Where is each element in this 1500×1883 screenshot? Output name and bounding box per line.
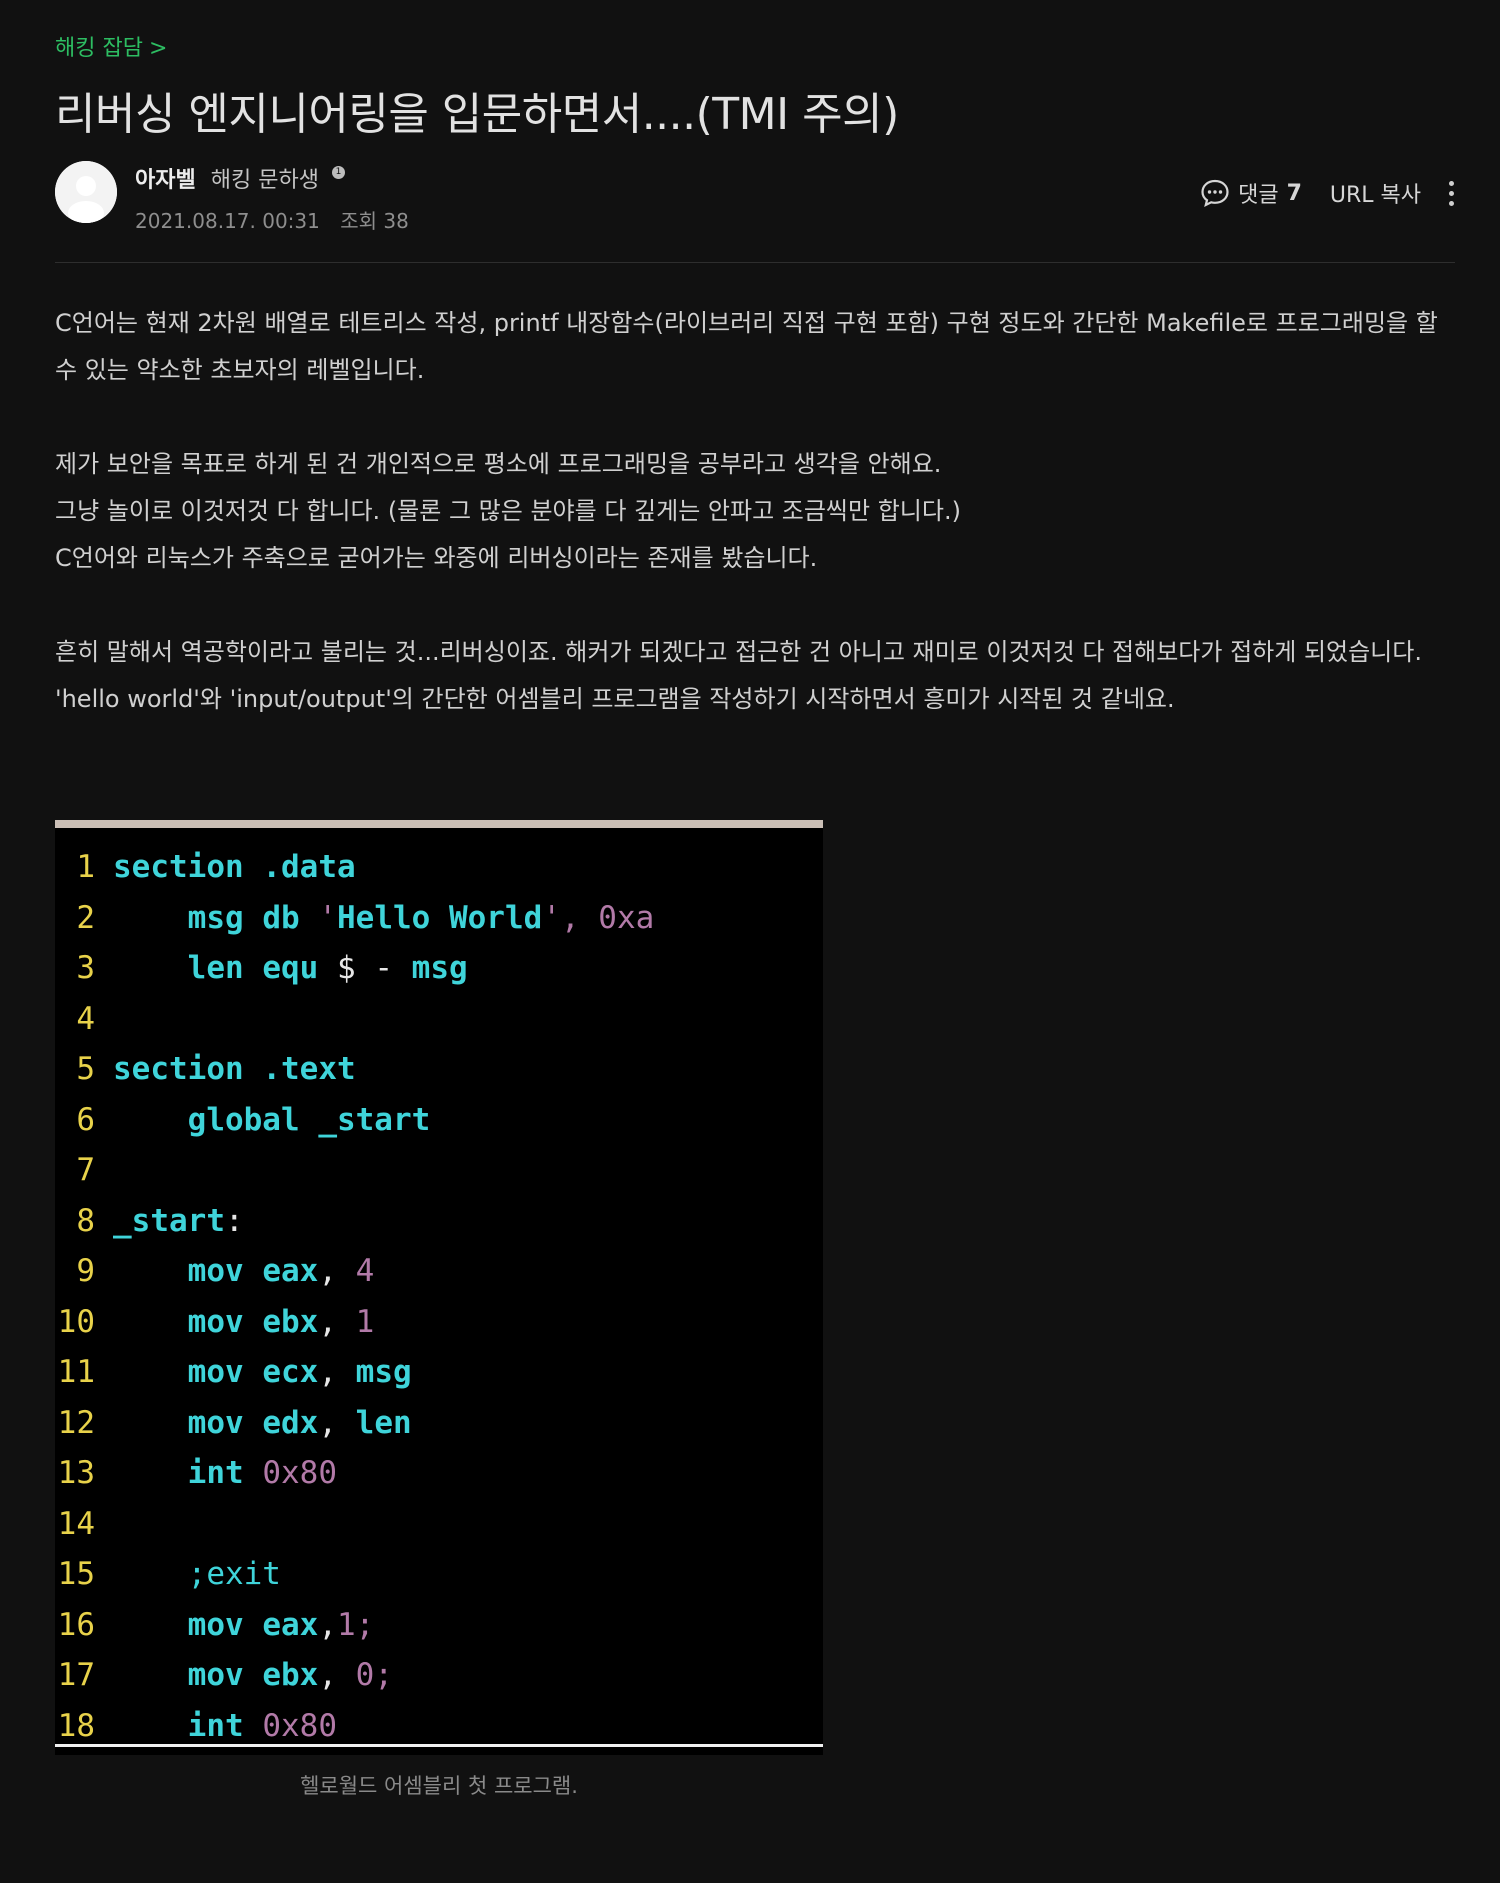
line-number: 9 <box>76 1253 95 1289</box>
code-line: 11 mov ecx, msg <box>55 1347 823 1397</box>
line-number: 15 <box>57 1556 95 1592</box>
code-text: mov ecx, msg <box>187 1354 412 1390</box>
code-line: 6 global _start <box>55 1095 823 1145</box>
view-count: 조회 38 <box>340 209 409 233</box>
header-divider <box>55 262 1455 263</box>
line-number: 10 <box>57 1303 95 1340</box>
line-number: 2 <box>76 899 95 936</box>
code-line: 17 mov ebx, 0; <box>55 1650 823 1700</box>
speech-bubble-icon <box>1201 179 1229 208</box>
code-line: 4 <box>55 994 823 1044</box>
chevron-right-icon: > <box>148 36 168 61</box>
code-text: mov eax,1; <box>187 1606 375 1643</box>
line-number: 4 <box>76 1000 95 1037</box>
post-actions: 댓글 7 URL 복사 <box>1200 177 1455 209</box>
comment-button[interactable]: 댓글 7 <box>1200 177 1302 209</box>
code-line: 3 len equ $ - msg <box>55 943 823 993</box>
line-number: 14 <box>57 1505 95 1542</box>
paragraph: 흔히 말해서 역공학이라고 불리는 것...리버싱이죠. 해커가 되겠다고 접근… <box>55 638 1422 666</box>
code-text: global _start <box>187 1101 431 1138</box>
post-title: 리버싱 엔지니어링을 입문하면서....(TMI 주의) <box>55 89 899 140</box>
line-number: 8 <box>76 1202 95 1239</box>
line-number: 17 <box>57 1657 95 1693</box>
line-number: 18 <box>57 1707 95 1744</box>
code-line: 8 _start: <box>55 1196 823 1246</box>
code-line: 12 mov edx, len <box>55 1398 823 1448</box>
line-number: 3 <box>76 950 95 986</box>
code-line: 2 msg db 'Hello World', 0xa <box>55 893 823 943</box>
user-silhouette-icon <box>55 161 117 223</box>
author-rank: 해킹 문하생 <box>210 168 319 193</box>
code-screenshot-image[interactable]: 1 section .data 2 msg db 'Hello World', 0x… <box>55 820 823 1755</box>
paragraph: C언어와 리눅스가 주축으로 굳어가는 와중에 리버싱이라는 존재를 봤습니다. <box>55 544 818 572</box>
code-text: _start: <box>113 1202 244 1239</box>
code-line: 13 int 0x80 <box>55 1448 823 1498</box>
code-text: ;exit <box>187 1556 281 1592</box>
author-name[interactable]: 아자벨 <box>135 168 196 193</box>
comment-label: 댓글 <box>1238 183 1279 208</box>
line-number: 13 <box>57 1455 95 1491</box>
code-line: 9 mov eax, 4 <box>55 1246 823 1296</box>
code-line: 7 <box>55 1145 823 1195</box>
code-text: mov ebx, 0; <box>187 1657 393 1693</box>
code-line: 1 section .data <box>55 842 823 892</box>
category-link[interactable]: 해킹 잡담 > <box>55 30 167 62</box>
code-text: msg db 'Hello World', 0xa <box>187 899 655 936</box>
line-number: 11 <box>57 1354 95 1390</box>
line-number: 12 <box>57 1404 95 1441</box>
image-caption: 헬로월드 어셈블리 첫 프로그램. <box>300 1774 578 1798</box>
post-body: C언어는 현재 2차원 배열로 테트리스 작성, printf 내장함수(라이브… <box>55 300 1455 723</box>
line-number: 7 <box>76 1152 95 1188</box>
paragraph: 'hello world'와 'input/output'의 간단한 어셈블리 … <box>55 685 1175 713</box>
category-label[interactable]: 해킹 잡담 <box>55 36 143 61</box>
paragraph: 그냥 놀이로 이것저것 다 합니다. (물론 그 많은 분야를 다 깊게는 안파… <box>55 497 961 525</box>
line-number: 5 <box>76 1051 95 1087</box>
paragraph: 제가 보안을 목표로 하게 된 건 개인적으로 평소에 프로그래밍을 공부라고 … <box>55 450 942 478</box>
code-text: int 0x80 <box>187 1707 337 1744</box>
code-line: 5 section .text <box>55 1044 823 1094</box>
code-text: mov edx, len <box>187 1404 412 1441</box>
code-line: 15 ;exit <box>55 1549 823 1599</box>
post-meta: 2021.08.17. 00:31 조회 38 <box>135 205 409 234</box>
code-text: mov eax, 4 <box>187 1253 375 1289</box>
line-number: 1 <box>76 849 95 885</box>
code-line: 18 int 0x80 <box>55 1701 823 1751</box>
code-text: section .text <box>113 1051 356 1087</box>
comment-count: 7 <box>1286 180 1302 206</box>
paragraph: C언어는 현재 2차원 배열로 테트리스 작성, printf 내장함수(라이브… <box>55 309 1438 384</box>
code-line: 14 <box>55 1499 823 1549</box>
code-text: section .data <box>113 849 356 885</box>
code-line: 10 mov ebx, 1 <box>55 1297 823 1347</box>
code-line: 16 mov eax,1; <box>55 1600 823 1650</box>
post-date: 2021.08.17. 00:31 <box>135 209 320 233</box>
line-number: 16 <box>57 1606 95 1643</box>
url-copy-button[interactable]: URL 복사 <box>1330 177 1421 209</box>
avatar[interactable] <box>55 161 117 223</box>
code-text: len equ $ - msg <box>187 950 468 986</box>
rank-badge-icon: 1 <box>331 166 345 179</box>
author-info: 아자벨 해킹 문하생 1 <box>135 162 345 194</box>
line-number: 6 <box>76 1101 95 1138</box>
more-options-icon[interactable] <box>1447 180 1455 206</box>
code-text: int 0x80 <box>187 1455 337 1491</box>
code-text: mov ebx, 1 <box>187 1303 375 1340</box>
